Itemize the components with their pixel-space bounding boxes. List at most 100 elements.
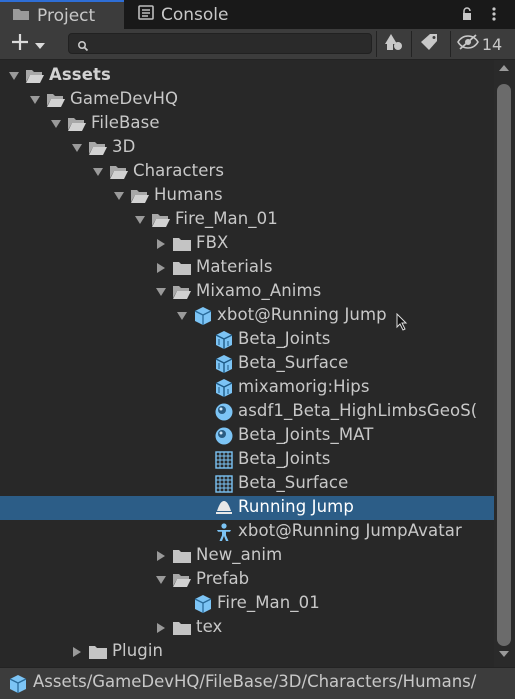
expand-arrow-right-icon[interactable] bbox=[155, 238, 167, 250]
create-button[interactable] bbox=[6, 33, 58, 55]
tree-item-label: Beta_Joints bbox=[238, 449, 331, 468]
kebab-menu-icon[interactable] bbox=[485, 5, 503, 23]
grid-mesh-icon bbox=[214, 474, 234, 494]
tree-item[interactable]: Beta_Surface bbox=[0, 352, 494, 376]
tree-item[interactable]: xbot@Running JumpAvatar bbox=[0, 520, 494, 544]
tree-item-label: Fire_Man_01 bbox=[175, 209, 278, 228]
eye-slash-icon bbox=[456, 34, 479, 54]
avatar-icon bbox=[214, 522, 234, 542]
tag-icon bbox=[421, 33, 439, 55]
model-icon bbox=[8, 674, 28, 698]
folder-icon bbox=[172, 234, 192, 254]
expand-arrow-right-icon[interactable] bbox=[155, 262, 167, 274]
tree-item[interactable]: Fire_Man_01 bbox=[0, 208, 494, 232]
tree-item-label: Assets bbox=[49, 65, 111, 84]
tree-item[interactable]: Assets bbox=[0, 64, 494, 88]
expand-arrow-down-icon[interactable] bbox=[176, 310, 188, 322]
grid-mesh-icon bbox=[214, 450, 234, 470]
expand-arrow-down-icon[interactable] bbox=[92, 166, 104, 178]
folder-open-icon bbox=[67, 114, 87, 134]
scroll-up-arrow-icon[interactable] bbox=[497, 64, 511, 76]
tree-item-label: Beta_Joints_MAT bbox=[238, 425, 374, 444]
tree-item[interactable]: 3D bbox=[0, 136, 494, 160]
tree-item[interactable]: Mixamo_Anims bbox=[0, 280, 494, 304]
expand-arrow-right-icon[interactable] bbox=[155, 622, 167, 634]
tree-item[interactable]: xbot@Running Jump bbox=[0, 304, 494, 328]
tree-item-label: Beta_Joints bbox=[238, 329, 331, 348]
hidden-packages-toggle[interactable]: 14 bbox=[450, 31, 508, 57]
folder-icon bbox=[172, 546, 192, 566]
scrollbar-thumb[interactable] bbox=[497, 84, 511, 646]
tree-item-label: Prefab bbox=[196, 569, 250, 588]
search-by-type-button[interactable] bbox=[376, 31, 411, 57]
folder-open-icon bbox=[172, 282, 192, 302]
mesh-icon bbox=[214, 354, 234, 374]
tree-item[interactable]: tex bbox=[0, 616, 494, 640]
tree-item[interactable]: Prefab bbox=[0, 568, 494, 592]
folder-icon bbox=[172, 618, 192, 638]
tree-item[interactable]: Beta_Joints bbox=[0, 328, 494, 352]
tree-item[interactable]: Beta_Joints_MAT bbox=[0, 424, 494, 448]
tree-item[interactable]: Fire_Man_01 bbox=[0, 592, 494, 616]
tree-item[interactable]: mixamorig:Hips bbox=[0, 376, 494, 400]
project-tree: Assets GameDevHQ FileBase 3D Characters Human… bbox=[0, 60, 515, 667]
tab-project[interactable]: Project bbox=[0, 0, 124, 29]
tree-item[interactable]: FBX bbox=[0, 232, 494, 256]
search-by-label-button[interactable] bbox=[411, 31, 448, 57]
hidden-packages-count: 14 bbox=[481, 34, 503, 54]
expand-arrow-down-icon[interactable] bbox=[71, 142, 83, 154]
tree-item-label: Humans bbox=[154, 185, 223, 204]
asset-path-bar: Assets/GameDevHQ/FileBase/3D/Characters/… bbox=[0, 667, 515, 699]
tree-item-label: Fire_Man_01 bbox=[217, 593, 320, 612]
expand-arrow-down-icon[interactable] bbox=[29, 94, 41, 106]
tree-item[interactable]: New_anim bbox=[0, 544, 494, 568]
expand-arrow-down-icon[interactable] bbox=[50, 118, 62, 130]
plus-icon bbox=[10, 32, 30, 56]
prefab-icon bbox=[193, 594, 213, 614]
folder-open-icon bbox=[88, 138, 108, 158]
tree-item-label: New_anim bbox=[196, 545, 283, 564]
tree-item-label: Beta_Surface bbox=[238, 353, 349, 372]
tree-item[interactable]: Materials bbox=[0, 256, 494, 280]
folder-icon bbox=[172, 258, 192, 278]
search-input[interactable] bbox=[91, 35, 365, 54]
tree-item[interactable]: Beta_Joints bbox=[0, 448, 494, 472]
expand-arrow-right-icon[interactable] bbox=[155, 550, 167, 562]
scroll-down-arrow-icon[interactable] bbox=[497, 650, 511, 662]
folder-icon bbox=[12, 6, 30, 26]
tree-item-label: FBX bbox=[196, 233, 229, 252]
folder-open-icon bbox=[151, 210, 171, 230]
folder-open-icon bbox=[130, 186, 150, 206]
expand-arrow-down-icon[interactable] bbox=[134, 214, 146, 226]
shapes-filter-icon bbox=[384, 32, 404, 56]
chevron-down-icon bbox=[34, 35, 46, 54]
tree-item[interactable]: GameDevHQ bbox=[0, 88, 494, 112]
asset-path-text: Assets/GameDevHQ/FileBase/3D/Characters/… bbox=[33, 672, 477, 691]
tree-item[interactable]: Characters bbox=[0, 160, 494, 184]
tree-item[interactable]: Running Jump bbox=[0, 496, 494, 520]
project-toolbar: 14 bbox=[0, 29, 515, 60]
expand-arrow-right-icon[interactable] bbox=[71, 646, 83, 658]
material-icon bbox=[214, 426, 234, 446]
animation-clip-icon bbox=[214, 498, 234, 518]
folder-icon bbox=[88, 642, 108, 662]
folder-open-icon bbox=[172, 570, 192, 590]
expand-arrow-down-icon[interactable] bbox=[155, 574, 167, 586]
tree-item-label: FileBase bbox=[91, 113, 160, 132]
material-icon bbox=[214, 402, 234, 422]
tree-item[interactable]: asdf1_Beta_HighLimbsGeoS( bbox=[0, 400, 494, 424]
mouse-cursor-icon bbox=[396, 312, 408, 335]
tree-item[interactable]: Humans bbox=[0, 184, 494, 208]
tree-item[interactable]: FileBase bbox=[0, 112, 494, 136]
expand-arrow-down-icon[interactable] bbox=[113, 190, 125, 202]
tree-item[interactable]: Beta_Surface bbox=[0, 472, 494, 496]
expand-arrow-down-icon[interactable] bbox=[155, 286, 167, 298]
tree-item-label: Mixamo_Anims bbox=[196, 281, 322, 300]
expand-arrow-down-icon[interactable] bbox=[8, 70, 20, 82]
tree-item[interactable]: Plugin bbox=[0, 640, 494, 664]
search-field[interactable] bbox=[68, 33, 372, 54]
tab-console-label: Console bbox=[161, 4, 229, 25]
lock-icon[interactable] bbox=[458, 5, 476, 23]
tree-item-label: asdf1_Beta_HighLimbsGeoS( bbox=[238, 401, 478, 420]
tab-console[interactable]: Console bbox=[126, 0, 256, 29]
